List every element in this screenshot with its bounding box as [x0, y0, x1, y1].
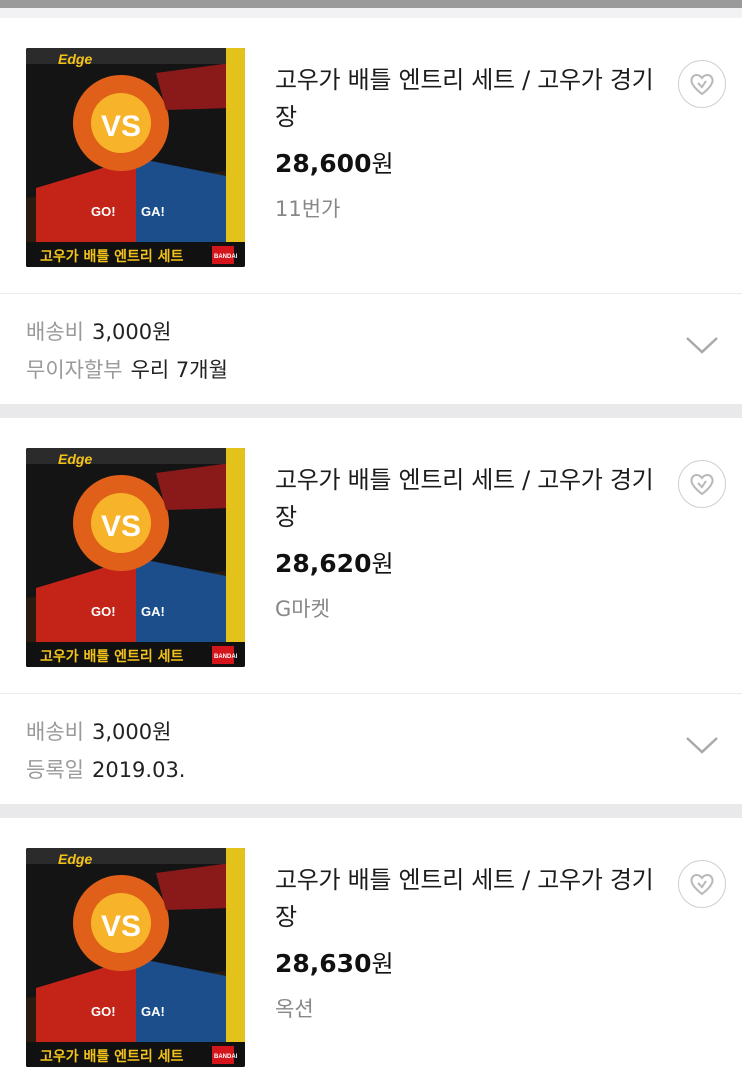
- price-unit: 원: [371, 950, 394, 978]
- product-price: 28,630원: [275, 944, 394, 979]
- meta-label: 배송비: [26, 720, 84, 744]
- svg-text:VS: VS: [101, 510, 141, 543]
- wishlist-button[interactable]: [678, 60, 726, 108]
- product-box-image: Edge VS GO! GA! 고우가 배틀 엔트리 세트 BANDAI: [26, 848, 245, 1067]
- product-meta[interactable]: 배송비 3,000원 등록일 2019.03.: [0, 694, 742, 804]
- svg-text:GA!: GA!: [141, 204, 165, 219]
- meta-label: 배송비: [26, 320, 84, 344]
- product-meta[interactable]: 배송비 3,000원 무이자할부 우리 7개월: [0, 294, 742, 404]
- wishlist-button[interactable]: [678, 460, 726, 508]
- svg-text:고우가 배틀 엔트리 세트: 고우가 배틀 엔트리 세트: [40, 648, 184, 665]
- svg-text:BANDAI: BANDAI: [214, 654, 238, 660]
- svg-text:VS: VS: [101, 910, 141, 943]
- product-price: 28,620원: [275, 544, 394, 579]
- section-gap: [0, 404, 742, 418]
- svg-text:BANDAI: BANDAI: [214, 254, 238, 260]
- svg-text:GA!: GA!: [141, 604, 165, 619]
- wishlist-button[interactable]: [678, 860, 726, 908]
- product-thumbnail[interactable]: Edge VS GO! GA! 고우가 배틀 엔트리 세트 BANDAI: [26, 848, 245, 1067]
- product-price: 28,600원: [275, 144, 394, 179]
- chevron-down-icon[interactable]: [684, 734, 720, 756]
- heart-icon: [690, 874, 714, 896]
- svg-text:GO!: GO!: [91, 204, 116, 219]
- product-box-image: Edge VS GO! GA! 고우가 배틀 엔트리 세트 BANDAI: [26, 448, 245, 667]
- product-title[interactable]: 고우가 배틀 엔트리 세트 / 고우가 경기장: [275, 62, 655, 136]
- product-main[interactable]: Edge VS GO! GA! 고우가 배틀 엔트리 세트 BANDAI 고우가…: [0, 18, 742, 293]
- svg-text:고우가 배틀 엔트리 세트: 고우가 배틀 엔트리 세트: [40, 248, 184, 265]
- meta-value: 3,000원: [91, 720, 172, 744]
- product-box-image: Edge VS GO! GA! 고우가 배틀 엔트리 세트 BANDAI: [26, 48, 245, 267]
- product-card[interactable]: Edge VS GO! GA! 고우가 배틀 엔트리 세트 BANDAI 고우가…: [0, 18, 742, 404]
- product-thumbnail[interactable]: Edge VS GO! GA! 고우가 배틀 엔트리 세트 BANDAI: [26, 48, 245, 267]
- top-scroll-bar: [0, 0, 742, 8]
- heart-icon: [690, 74, 714, 96]
- price-value: 28,630: [275, 949, 372, 978]
- svg-text:Edge: Edge: [58, 851, 92, 867]
- registration-date: 등록일 2019.03.: [26, 754, 185, 784]
- svg-text:Edge: Edge: [58, 451, 92, 467]
- price-unit: 원: [371, 550, 394, 578]
- shipping-fee: 배송비 3,000원: [26, 716, 171, 746]
- svg-text:BANDAI: BANDAI: [214, 1054, 238, 1060]
- meta-value: 3,000원: [91, 320, 172, 344]
- meta-value: 우리 7개월: [130, 358, 228, 382]
- price-unit: 원: [371, 150, 394, 178]
- product-title[interactable]: 고우가 배틀 엔트리 세트 / 고우가 경기장: [275, 462, 655, 536]
- seller-name: 11번가: [275, 197, 341, 221]
- svg-text:GO!: GO!: [91, 604, 116, 619]
- product-card[interactable]: Edge VS GO! GA! 고우가 배틀 엔트리 세트 BANDAI 고우가…: [0, 418, 742, 804]
- product-thumbnail[interactable]: Edge VS GO! GA! 고우가 배틀 엔트리 세트 BANDAI: [26, 448, 245, 667]
- installment-info: 무이자할부 우리 7개월: [26, 354, 228, 384]
- svg-text:GO!: GO!: [91, 1004, 116, 1019]
- svg-text:고우가 배틀 엔트리 세트: 고우가 배틀 엔트리 세트: [40, 1048, 184, 1065]
- product-main[interactable]: Edge VS GO! GA! 고우가 배틀 엔트리 세트 BANDAI 고우가…: [0, 418, 742, 693]
- product-title[interactable]: 고우가 배틀 엔트리 세트 / 고우가 경기장: [275, 862, 655, 936]
- meta-label: 무이자할부: [26, 358, 123, 382]
- heart-icon: [690, 474, 714, 496]
- chevron-down-icon[interactable]: [684, 334, 720, 356]
- svg-text:Edge: Edge: [58, 51, 92, 67]
- seller-name: 옥션: [275, 997, 314, 1021]
- svg-text:GA!: GA!: [141, 1004, 165, 1019]
- section-gap: [0, 804, 742, 818]
- section-gap: [0, 8, 742, 18]
- seller-name: G마켓: [275, 597, 330, 621]
- meta-label: 등록일: [26, 758, 84, 782]
- shipping-fee: 배송비 3,000원: [26, 316, 171, 346]
- price-value: 28,600: [275, 149, 372, 178]
- product-main[interactable]: Edge VS GO! GA! 고우가 배틀 엔트리 세트 BANDAI 고우가…: [0, 818, 742, 1081]
- product-card[interactable]: Edge VS GO! GA! 고우가 배틀 엔트리 세트 BANDAI 고우가…: [0, 818, 742, 1081]
- svg-text:VS: VS: [101, 110, 141, 143]
- meta-value: 2019.03.: [91, 758, 186, 782]
- price-value: 28,620: [275, 549, 372, 578]
